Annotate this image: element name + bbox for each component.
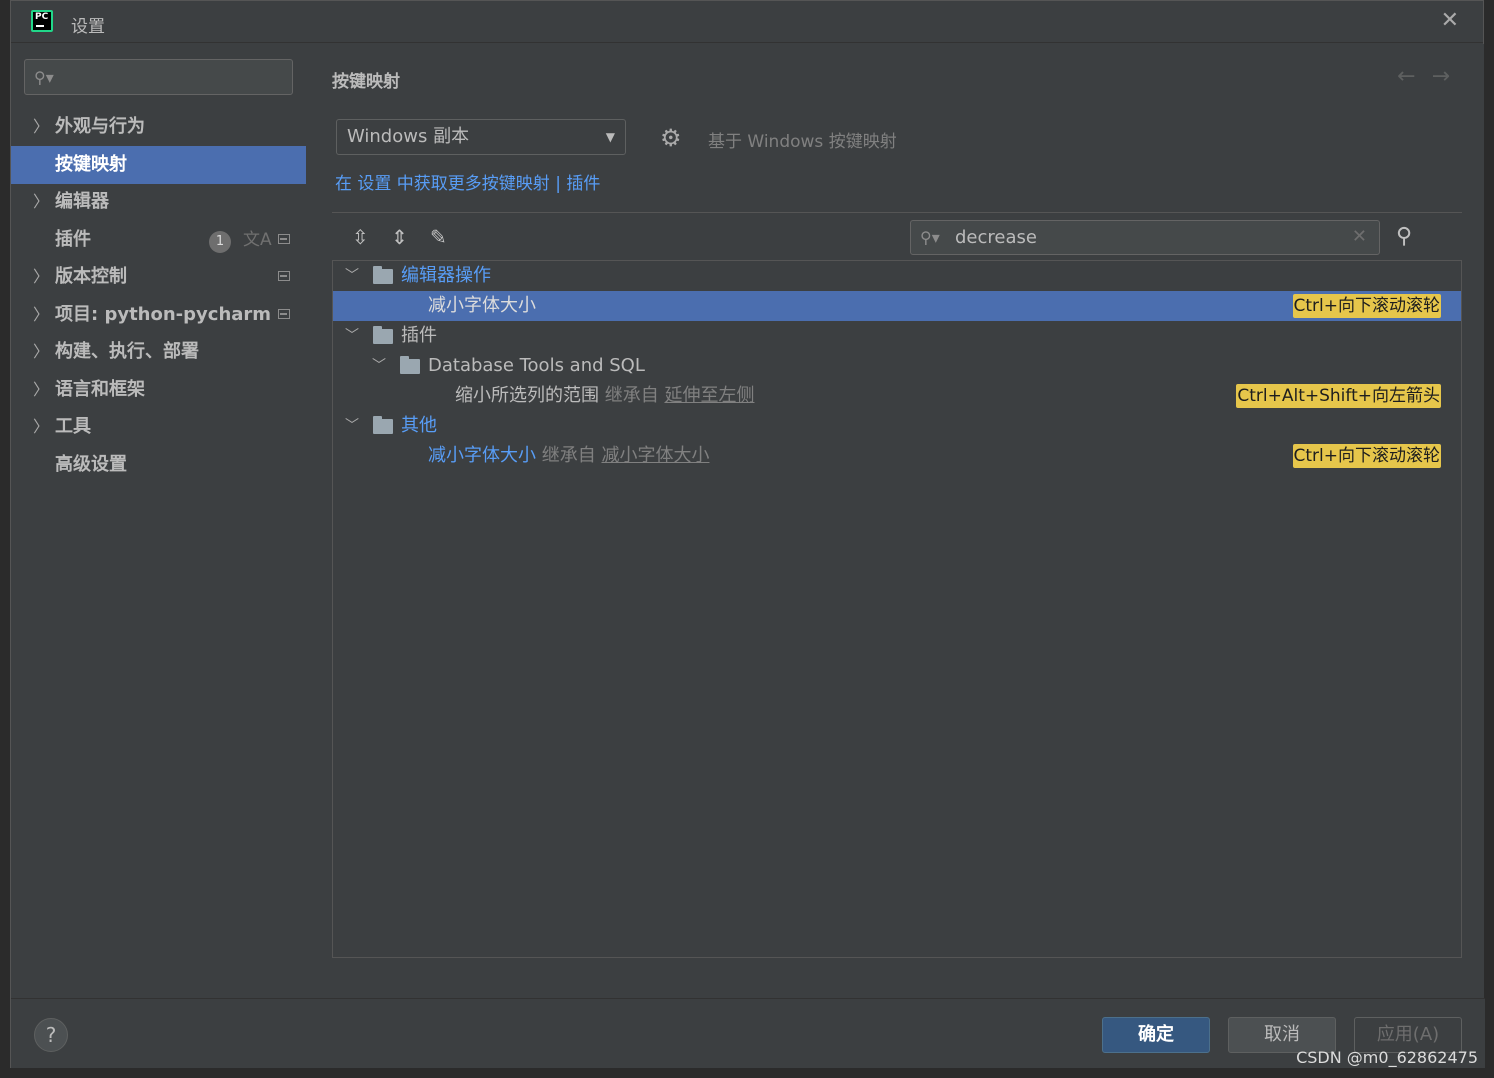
shortcut-badge: Ctrl+Alt+Shift+向左箭头 — [1236, 384, 1441, 408]
settings-dialog: PC 设置 ✕ ⚲▾ 〉 外观与行为 按键映射 〉 编辑器 插件 1 文A 〉 … — [10, 0, 1485, 1068]
watermark: CSDN @m0_62862475 — [1296, 1048, 1478, 1067]
pycharm-logo-icon: PC — [31, 10, 53, 32]
shortcut-badge: Ctrl+向下滚动滚轮 — [1292, 294, 1441, 318]
collapse-all-icon[interactable]: ⇕ — [391, 225, 408, 249]
help-button[interactable]: ? — [34, 1018, 68, 1052]
edit-pencil-icon[interactable]: ✎ — [430, 225, 447, 249]
chevron-down-icon[interactable]: ﹀ — [345, 321, 359, 351]
folder-icon — [373, 326, 393, 344]
back-forward-arrows[interactable]: ←→ — [1397, 64, 1466, 89]
tree-row-shrink-selection[interactable]: 缩小所选列的范围 继承自 延伸至左侧 Ctrl+Alt+Shift+向左箭头 — [333, 381, 1461, 411]
sidebar-item-plugins[interactable]: 插件 1 文A — [11, 221, 306, 259]
page-title: 按键映射 — [332, 72, 400, 92]
get-more-keymaps-link[interactable]: 在 设置 中获取更多按键映射 | 插件 — [335, 169, 600, 194]
title-bar: PC 设置 ✕ — [11, 1, 1483, 43]
keymap-panel: 按键映射 ←→ Windows 副本 ▼ ⚙ 基于 Windows 按键映射 在… — [306, 44, 1484, 998]
tree-group-plugins[interactable]: ﹀ 插件 — [333, 321, 1461, 351]
sidebar-item-appearance[interactable]: 〉 外观与行为 — [11, 108, 306, 146]
expand-all-icon[interactable]: ⇳ — [352, 225, 369, 249]
sidebar-item-editor[interactable]: 〉 编辑器 — [11, 183, 306, 221]
translate-icon: 文A — [243, 230, 272, 250]
sidebar-item-vcs[interactable]: 〉 版本控制 — [11, 258, 306, 296]
close-icon[interactable]: ✕ — [1441, 9, 1459, 33]
chevron-right-icon: 〉 — [33, 305, 50, 324]
tree-row-decrease-font[interactable]: 减小字体大小 Ctrl+向下滚动滚轮 — [333, 291, 1461, 321]
chevron-right-icon: 〉 — [33, 192, 50, 211]
chevron-down-icon[interactable]: ﹀ — [345, 411, 359, 441]
tree-group-editor-actions[interactable]: ﹀ 编辑器操作 — [333, 261, 1461, 291]
chevron-right-icon: 〉 — [33, 380, 50, 399]
chevron-right-icon: 〉 — [33, 342, 50, 361]
divider — [332, 212, 1462, 213]
sidebar-item-advanced[interactable]: 高级设置 — [11, 446, 306, 484]
sidebar-item-tools[interactable]: 〉 工具 — [11, 408, 306, 446]
chevron-right-icon: 〉 — [33, 117, 50, 136]
search-icon: ⚲▾ — [920, 228, 940, 247]
project-level-icon — [278, 309, 290, 319]
back-arrow-icon[interactable]: ← — [1397, 64, 1431, 89]
sidebar-item-keymap[interactable]: 按键映射 — [11, 146, 306, 184]
folder-icon — [373, 416, 393, 434]
project-level-icon — [278, 234, 290, 244]
sidebar-search-input[interactable]: ⚲▾ — [24, 59, 293, 95]
chevron-down-icon[interactable]: ﹀ — [345, 261, 359, 291]
chevron-down-icon[interactable]: ﹀ — [372, 351, 386, 381]
find-by-shortcut-icon[interactable]: ⚲ — [1396, 224, 1412, 249]
sidebar-item-project[interactable]: 〉 项目: python-pycharm — [11, 296, 306, 334]
sidebar-item-languages[interactable]: 〉 语言和框架 — [11, 371, 306, 409]
sidebar-item-build[interactable]: 〉 构建、执行、部署 — [11, 333, 306, 371]
inherit-link[interactable]: 减小字体大小 — [601, 445, 709, 466]
window-title: 设置 — [71, 17, 105, 37]
clear-icon[interactable]: ✕ — [1352, 226, 1367, 247]
folder-icon — [373, 266, 393, 284]
folder-icon — [400, 356, 420, 374]
dropdown-caret-icon: ▼ — [605, 130, 615, 144]
project-level-icon — [278, 271, 290, 281]
ok-button[interactable]: 确定 — [1102, 1017, 1210, 1053]
shortcut-badge: Ctrl+向下滚动滚轮 — [1292, 444, 1441, 468]
dialog-footer: ? 确定 取消 应用(A) — [11, 998, 1485, 1068]
actions-tree: ﹀ 编辑器操作 减小字体大小 Ctrl+向下滚动滚轮 ﹀ 插件 ﹀ Databa… — [332, 260, 1462, 958]
tree-group-other[interactable]: ﹀ 其他 — [333, 411, 1461, 441]
action-search-input[interactable]: ⚲▾ decrease ✕ — [910, 220, 1380, 255]
keymap-dropdown[interactable]: Windows 副本 ▼ — [336, 119, 626, 155]
forward-arrow-icon[interactable]: → — [1432, 64, 1466, 89]
based-on-label: 基于 Windows 按键映射 — [708, 132, 897, 152]
tree-group-database-tools[interactable]: ﹀ Database Tools and SQL — [333, 351, 1461, 381]
inherit-link[interactable]: 延伸至左侧 — [664, 385, 754, 406]
search-icon: ⚲▾ — [34, 68, 54, 87]
chevron-right-icon: 〉 — [33, 417, 50, 436]
settings-sidebar: ⚲▾ 〉 外观与行为 按键映射 〉 编辑器 插件 1 文A 〉 版本控制 〉 项… — [11, 44, 306, 998]
gear-icon[interactable]: ⚙ — [660, 124, 682, 152]
tree-row-decrease-font-other[interactable]: 减小字体大小 继承自 减小字体大小 Ctrl+向下滚动滚轮 — [333, 441, 1461, 471]
update-count-badge: 1 — [209, 231, 231, 253]
chevron-right-icon: 〉 — [33, 267, 50, 286]
